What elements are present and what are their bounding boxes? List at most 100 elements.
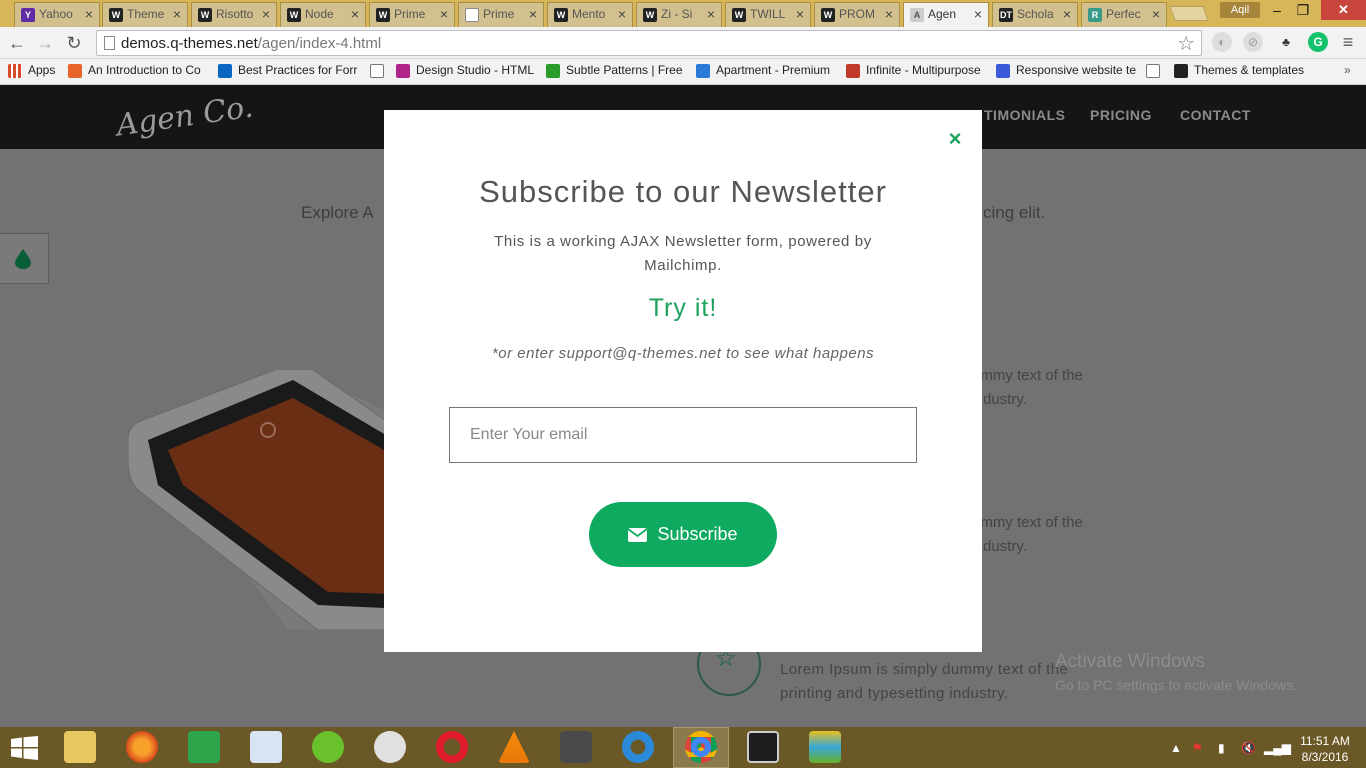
network-icon[interactable]: ▂▄▆ [1264,741,1291,755]
file-explorer-icon[interactable] [64,731,96,763]
close-icon[interactable]: × [351,6,359,22]
tab-perfec[interactable]: R Perfec × [1081,2,1167,27]
menu-icon[interactable]: ≡ [1338,32,1358,52]
bookmark-icon [546,64,560,78]
firefox-icon[interactable] [126,731,158,763]
envelope-icon [628,527,648,542]
editor-icon[interactable] [747,731,779,763]
close-icon[interactable]: × [1063,6,1071,22]
extension-icon[interactable]: ◐ [1212,32,1232,52]
bookmark-subtle-patterns[interactable]: Subtle Patterns | Free [546,63,683,78]
reload-icon[interactable]: ↻ [63,32,85,54]
wordpress-icon [846,64,860,78]
tab-label: TWILL [750,7,786,21]
nav-pricing[interactable]: PRICING [1090,107,1152,123]
tab-node[interactable]: W Node × [280,2,366,27]
themeforest-icon: W [287,8,301,22]
close-icon[interactable]: × [974,6,982,22]
volume-muted-icon[interactable]: 🔇 [1241,741,1256,755]
url-field[interactable]: demos.q-themes.net/agen/index-4.html ☆ [96,30,1202,56]
nav-testimonials[interactable]: TIMONIALS [984,107,1066,123]
app-icon-tools[interactable] [374,731,406,763]
modal-title: Subscribe to our Newsletter [479,174,887,209]
page-icon [1146,64,1160,78]
back-icon[interactable]: ← [6,32,28,54]
forward-icon[interactable]: → [34,32,56,54]
close-icon[interactable]: × [885,6,893,22]
opera-icon[interactable] [436,731,468,763]
tab-risotto[interactable]: W Risotto × [191,2,277,27]
site-logo[interactable]: Agen Co. [114,90,255,144]
bookmark-label: An Introduction to Co [88,63,201,77]
bookmark-intro[interactable]: An Introduction to Co [68,63,201,78]
page-icon [370,64,384,78]
bookmark-infinite[interactable]: Infinite - Multipurpose [846,63,981,78]
minimize-icon[interactable]: – [1264,0,1290,20]
feature-text-3b: printing and typesetting industry. [780,685,1009,702]
close-icon[interactable]: × [440,6,448,22]
close-icon[interactable]: × [85,6,93,22]
action-center-flag-icon[interactable]: ⚑ [1192,741,1203,755]
bookmark-label: Responsive website te [1016,63,1137,77]
vlc-icon[interactable] [498,731,530,763]
store-icon[interactable] [188,731,220,763]
new-tab-button[interactable] [1169,6,1209,21]
bluestacks-icon[interactable] [809,731,841,763]
subscribe-button[interactable]: Subscribe [589,502,777,567]
tab-agen-active[interactable]: A Agen × [903,2,989,27]
window-close-button[interactable]: ✕ [1321,0,1366,20]
tab-label: Yahoo [39,7,73,21]
bookmarks-overflow-icon[interactable]: » [1344,63,1351,77]
close-icon[interactable]: × [1152,6,1160,22]
close-icon[interactable]: × [707,6,715,22]
bookmarks-bar: Apps An Introduction to Co Best Practice… [0,59,1366,85]
show-hidden-icons[interactable]: ▲ [1170,741,1182,755]
app-icon-green[interactable] [312,731,344,763]
bookmark-design-studio[interactable]: Design Studio - HTML [396,63,534,78]
taskbar-clock[interactable]: 11:51 AM 8/3/2016 [1294,733,1356,765]
bookmark-label: Themes & templates [1194,63,1305,77]
bookmark-themes[interactable]: Themes & templates [1174,63,1305,78]
internet-explorer-icon[interactable] [622,731,654,763]
tab-mento[interactable]: W Mento × [547,2,633,27]
bookmark-best-practices[interactable]: Best Practices for Forr [218,63,358,78]
windows-start-icon[interactable] [11,736,38,760]
feature-text-3a: Lorem Ipsum is simply dummy text of the [780,661,1069,678]
email-input[interactable] [449,407,917,463]
bookmark-star-icon[interactable]: ☆ [1177,31,1195,56]
intro-text-left: Explore A [301,203,374,222]
close-icon[interactable]: × [529,6,537,22]
close-icon[interactable]: × [173,6,181,22]
close-icon[interactable]: × [796,6,804,22]
tab-prime[interactable]: W Prime × [369,2,455,27]
bookmark-responsive[interactable]: Responsive website te [996,63,1137,78]
style-switcher-button[interactable] [0,233,49,284]
activate-windows-subtitle: Go to PC settings to activate Windows. [1055,677,1297,693]
bookmark-apps[interactable]: Apps [8,63,55,78]
tab-zi[interactable]: W Zi - Si × [636,2,722,27]
tab-schola[interactable]: DT Schola × [992,2,1078,27]
tab-theme[interactable]: W Theme × [102,2,188,27]
close-icon[interactable]: × [618,6,626,22]
profile-chip[interactable]: Aqil [1220,2,1260,18]
tab-label: Zi - Si [661,7,693,21]
battery-icon[interactable]: ▮ [1218,741,1225,755]
tab-yahoo[interactable]: Y Yahoo × [14,2,100,27]
grammarly-icon[interactable]: G [1308,32,1328,52]
sublime-text-icon[interactable] [560,731,592,763]
restore-icon[interactable]: ❐ [1290,0,1316,20]
bookmark-apartment[interactable]: Apartment - Premium [696,63,830,78]
tab-twill[interactable]: W TWILL × [725,2,811,27]
bookmark-label: Best Practices for Forr [238,63,358,77]
close-icon[interactable]: × [262,6,270,22]
evernote-icon[interactable]: ♣ [1276,32,1296,52]
nav-contact[interactable]: CONTACT [1180,107,1251,123]
extension-icon[interactable]: ⊘ [1243,32,1263,52]
tab-prom[interactable]: W PROM × [814,2,900,27]
feature-text-2b: dustry. [983,538,1027,555]
tab-label: Mento [572,7,606,21]
intro-text-right: cing elit. [983,203,1046,222]
tab-prime-2[interactable]: Prime × [458,2,544,27]
mail-app-icon[interactable] [250,731,282,763]
close-icon[interactable]: × [946,128,964,150]
